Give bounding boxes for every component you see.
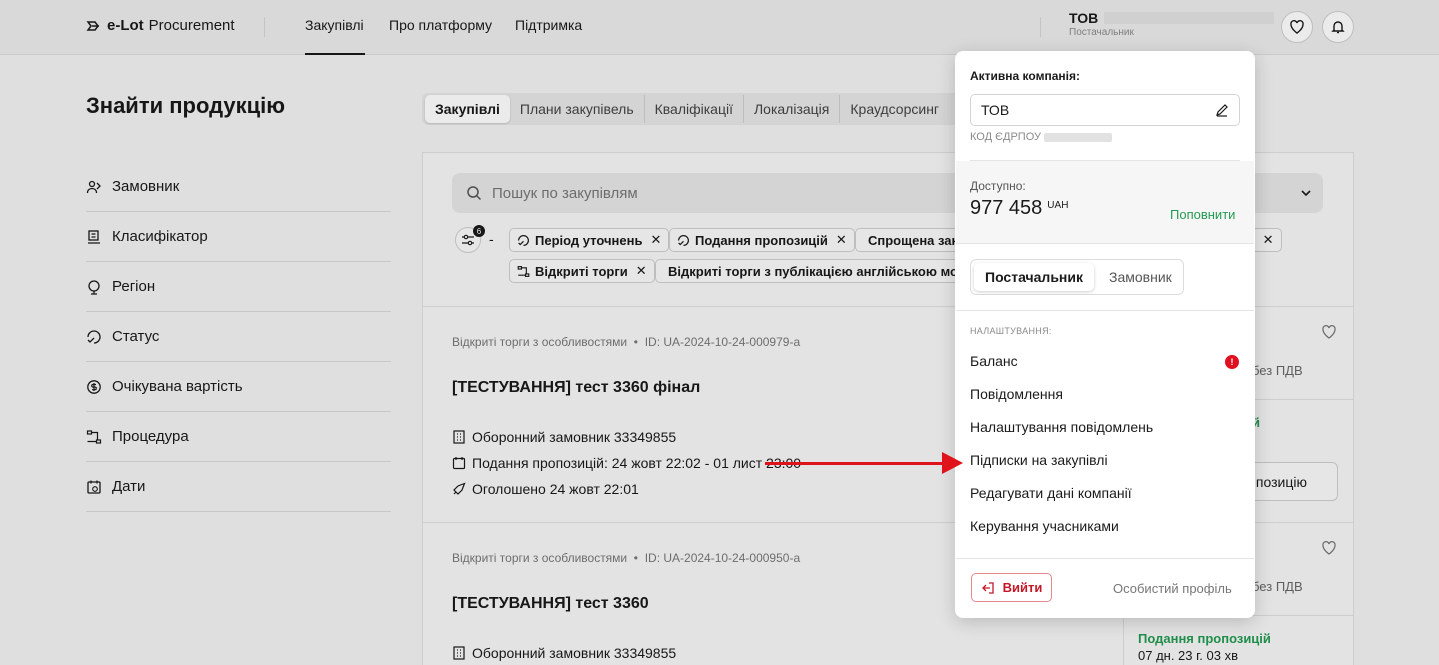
available-amount: 977 458 UAH <box>970 197 1069 219</box>
role-supplier-button[interactable]: Постачальник <box>974 263 1094 291</box>
menu-notification-settings[interactable]: Налаштування повідомлень <box>970 419 1153 435</box>
menu-subscriptions[interactable]: Підписки на закупівлі <box>970 452 1108 468</box>
annotation-arrow-line <box>765 462 945 465</box>
divider <box>956 243 1254 244</box>
annotation-arrow-head <box>942 452 963 474</box>
settings-label: НАЛАШТУВАННЯ: <box>970 326 1052 336</box>
active-company-label: Активна компанія: <box>970 69 1080 83</box>
pencil-icon[interactable] <box>1215 103 1229 117</box>
logout-button[interactable]: Вийти <box>971 573 1052 602</box>
menu-manage-participants[interactable]: Керування учасниками <box>970 518 1119 534</box>
personal-profile-link[interactable]: Особистий профіль <box>1113 581 1232 596</box>
logout-icon <box>981 581 994 594</box>
divider <box>956 310 1254 311</box>
menu-edit-company[interactable]: Редагувати дані компанії <box>970 485 1132 501</box>
company-value: ТОВ <box>981 102 1010 118</box>
active-company-field[interactable]: ТОВ <box>970 94 1240 126</box>
divider <box>956 558 1254 559</box>
topup-link[interactable]: Поповнити <box>1170 207 1235 222</box>
menu-notifications[interactable]: Повідомлення <box>970 386 1063 402</box>
currency: UAH <box>1047 200 1069 211</box>
available-label: Доступно: <box>970 179 1026 193</box>
role-switch: Постачальник Замовник <box>970 259 1184 295</box>
edrpou: КОД ЄДРПОУ <box>970 131 1113 143</box>
logout-label: Вийти <box>1002 580 1043 595</box>
menu-balance[interactable]: Баланс <box>970 353 1018 369</box>
role-customer-button[interactable]: Замовник <box>1098 263 1183 291</box>
balance-alert-badge: ! <box>1225 355 1239 369</box>
